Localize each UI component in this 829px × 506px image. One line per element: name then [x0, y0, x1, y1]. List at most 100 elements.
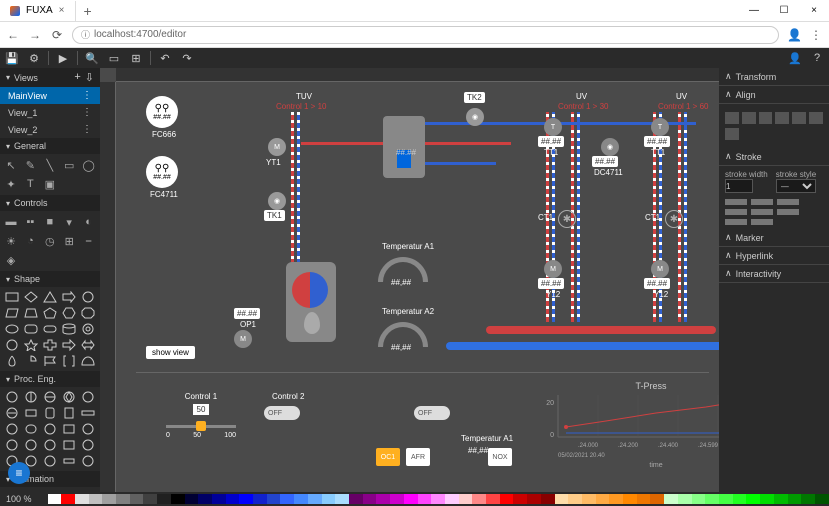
rp-interactivity[interactable]: ∧Interactivity: [719, 265, 829, 283]
device-tk1[interactable]: ◉: [268, 192, 286, 210]
shape-arrow2[interactable]: [61, 338, 78, 352]
chart-tpress[interactable]: T-Press 20 0 .24.000: [536, 379, 719, 459]
rp-align[interactable]: ∧Align: [719, 86, 829, 104]
dash-1[interactable]: [725, 199, 747, 205]
maximize-button[interactable]: ☐: [769, 5, 799, 16]
color-swatch[interactable]: [212, 494, 226, 504]
color-swatch[interactable]: [596, 494, 610, 504]
close-tab-icon[interactable]: ×: [59, 5, 65, 16]
status-afr[interactable]: AFR: [406, 448, 430, 466]
pe-13[interactable]: [61, 422, 78, 436]
dash-7[interactable]: [725, 219, 747, 225]
shape-cylinder[interactable]: [61, 322, 78, 336]
controls-section-header[interactable]: ▾ Controls: [0, 195, 100, 211]
center-toggle[interactable]: OFF: [414, 406, 450, 420]
color-swatch[interactable]: [746, 494, 760, 504]
canvas[interactable]: TUV Control 1 > 10 UV Control 1 > 30 UV …: [116, 82, 719, 506]
shape-circle[interactable]: [80, 290, 97, 304]
color-swatch[interactable]: [445, 494, 459, 504]
gauge-fc666[interactable]: ⚲⚲ ##.##: [146, 96, 178, 128]
fab-menu-button[interactable]: ≡: [8, 462, 30, 484]
zoom-fit-button[interactable]: 🔍: [84, 50, 100, 66]
pencil-tool[interactable]: ✎: [21, 156, 39, 174]
color-swatch[interactable]: [788, 494, 802, 504]
color-swatch[interactable]: [664, 494, 678, 504]
color-swatch[interactable]: [48, 494, 62, 504]
color-swatch[interactable]: [75, 494, 89, 504]
color-swatch[interactable]: [267, 494, 281, 504]
tank[interactable]: [383, 116, 425, 178]
pe-pump[interactable]: [22, 390, 39, 404]
color-swatch[interactable]: [253, 494, 267, 504]
heater[interactable]: [286, 262, 336, 342]
color-swatch[interactable]: [650, 494, 664, 504]
image-tool[interactable]: ▣: [41, 175, 59, 193]
input-tool[interactable]: ▬: [2, 213, 20, 231]
new-tab-button[interactable]: +: [76, 3, 100, 19]
color-swatch[interactable]: [637, 494, 651, 504]
align-top[interactable]: [775, 112, 789, 124]
pe-mixer[interactable]: [3, 422, 20, 436]
select-button[interactable]: ▭: [106, 50, 122, 66]
import-view-button[interactable]: ⇩: [85, 71, 94, 84]
color-swatch[interactable]: [459, 494, 473, 504]
url-bar[interactable]: ⓘ localhost:4700/editor: [72, 26, 779, 44]
shape-diamond[interactable]: [22, 290, 39, 304]
shape-capsule[interactable]: [41, 322, 58, 336]
color-swatch[interactable]: [335, 494, 349, 504]
align-middle[interactable]: [792, 112, 806, 124]
color-swatch[interactable]: [280, 494, 294, 504]
pe-16[interactable]: [22, 438, 39, 452]
pe-he1[interactable]: [3, 406, 20, 420]
dash-3[interactable]: [777, 199, 799, 205]
shape-semi[interactable]: [80, 354, 97, 368]
show-view-button[interactable]: show view: [146, 346, 195, 359]
sensor-tt1r[interactable]: T: [651, 118, 669, 136]
color-swatch[interactable]: [171, 494, 185, 504]
color-swatch[interactable]: [157, 494, 171, 504]
color-swatch[interactable]: [568, 494, 582, 504]
shape-cross[interactable]: [41, 338, 58, 352]
color-swatch[interactable]: [198, 494, 212, 504]
status-nox[interactable]: NOX: [488, 448, 512, 466]
color-swatch[interactable]: [472, 494, 486, 504]
pe-tank[interactable]: [41, 406, 58, 420]
rp-transform[interactable]: ∧Transform: [719, 68, 829, 86]
view-menu-icon[interactable]: ⋮: [82, 107, 92, 118]
text-tool[interactable]: T: [21, 175, 39, 193]
color-swatch[interactable]: [363, 494, 377, 504]
value-tool[interactable]: ▪▪: [21, 213, 39, 231]
play-button[interactable]: ▶: [55, 50, 71, 66]
pe-11[interactable]: [22, 422, 39, 436]
align-left[interactable]: [725, 112, 739, 124]
dash-4[interactable]: [725, 209, 747, 215]
motor-yt1[interactable]: M: [268, 138, 286, 156]
ellipse-tool[interactable]: ◯: [80, 156, 98, 174]
stroke-style-select[interactable]: —: [776, 179, 816, 193]
control1-slider[interactable]: Control 1 50 0 50 100: [166, 392, 236, 439]
user-button[interactable]: 👤: [787, 50, 803, 66]
shape-octagon[interactable]: [80, 306, 97, 320]
fan-ct1r[interactable]: ✱: [665, 210, 683, 228]
shape-parallelogram[interactable]: [3, 306, 20, 320]
chart-tool[interactable]: ⊞: [60, 232, 78, 250]
dash-8[interactable]: [751, 219, 773, 225]
color-swatch[interactable]: [418, 494, 432, 504]
color-swatch[interactable]: [61, 494, 75, 504]
pe-valve[interactable]: [3, 390, 20, 404]
color-swatch[interactable]: [582, 494, 596, 504]
pointer-tool[interactable]: ↖: [2, 156, 20, 174]
align-right[interactable]: [759, 112, 773, 124]
pe-17[interactable]: [41, 438, 58, 452]
shape-gear[interactable]: [3, 338, 20, 352]
shape-hexagon[interactable]: [61, 306, 78, 320]
stroke-width-input[interactable]: [725, 179, 753, 193]
view-item-mainview[interactable]: MainView ⋮: [0, 87, 100, 104]
grid-button[interactable]: ⊞: [128, 50, 144, 66]
fan-ct1l[interactable]: ✱: [558, 210, 576, 228]
pipe-blue[interactable]: [446, 342, 719, 350]
pe-14[interactable]: [80, 422, 97, 436]
color-swatch[interactable]: [692, 494, 706, 504]
motor-y12r[interactable]: M: [651, 260, 669, 278]
profile-button[interactable]: 👤: [787, 28, 801, 42]
